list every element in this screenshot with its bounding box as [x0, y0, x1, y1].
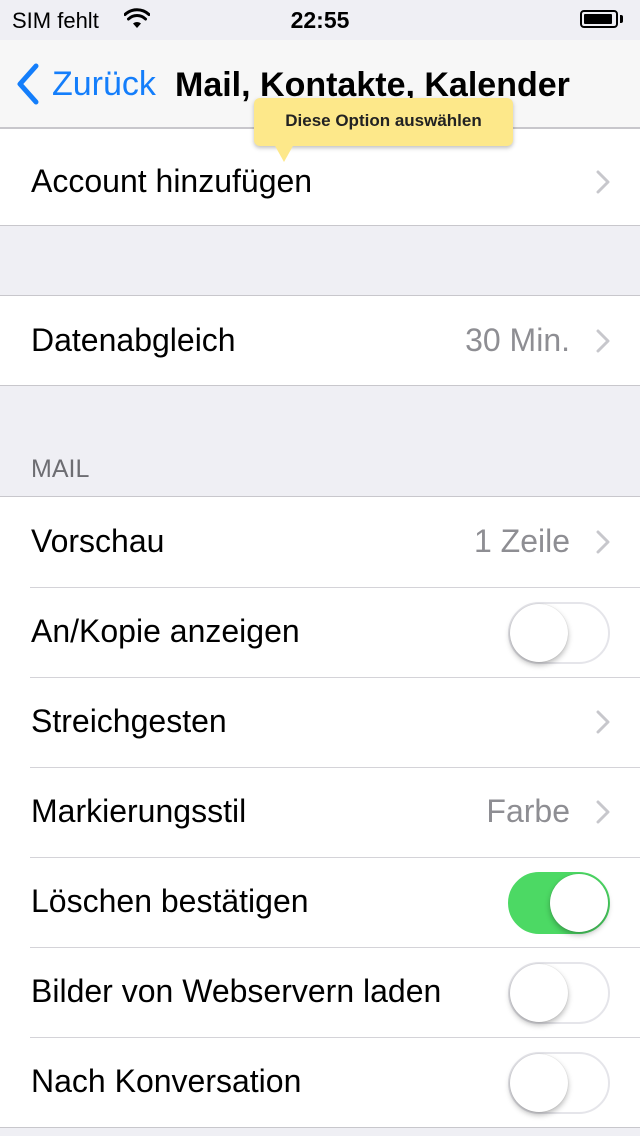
- flag-style-label: Markierungsstil: [31, 793, 247, 829]
- organize-by-thread-label: Nach Konversation: [31, 1063, 302, 1099]
- tooltip-pointer: [274, 144, 294, 162]
- ask-before-deleting-row: Löschen bestätigen: [0, 857, 640, 947]
- show-to-cc-label: An/Kopie anzeigen: [31, 613, 300, 649]
- chevron-right-icon: [596, 170, 610, 194]
- toggle-knob: [510, 964, 568, 1022]
- add-account-label: Account hinzufügen: [31, 163, 313, 199]
- back-button-label: Zurück: [52, 64, 156, 103]
- load-remote-images-label: Bilder von Webservern laden: [31, 973, 442, 1009]
- toggle-knob: [550, 874, 608, 932]
- preview-label: Vorschau: [31, 523, 165, 559]
- chevron-left-icon: [17, 63, 39, 105]
- back-button[interactable]: Zurück: [14, 62, 156, 106]
- load-remote-images-row: Bilder von Webservern laden: [0, 947, 640, 1037]
- section-header-mail: MAIL: [31, 455, 90, 483]
- fetch-new-data-row[interactable]: Datenabgleich 30 Min.: [0, 296, 640, 385]
- ask-before-deleting-toggle[interactable]: [508, 872, 610, 934]
- swipe-options-row[interactable]: Streichgesten: [0, 677, 640, 767]
- chevron-right-icon: [596, 710, 610, 734]
- fetch-new-data-value: 30 Min.: [465, 322, 570, 358]
- chevron-right-icon: [596, 329, 610, 353]
- battery-cap: [620, 15, 623, 23]
- fetch-new-data-label: Datenabgleich: [31, 322, 236, 358]
- battery-icon: [580, 10, 618, 28]
- preview-value: 1 Zeile: [473, 523, 570, 559]
- hint-tooltip: Diese Option auswählen: [254, 98, 513, 162]
- show-to-cc-row: An/Kopie anzeigen: [0, 587, 640, 677]
- show-to-cc-toggle[interactable]: [508, 602, 610, 664]
- mail-settings-group: Vorschau 1 Zeile An/Kopie anzeigen Strei…: [0, 496, 640, 1128]
- flag-style-value: Farbe: [486, 793, 570, 829]
- chevron-right-icon: [596, 530, 610, 554]
- toggle-knob: [510, 604, 568, 662]
- toggle-knob: [510, 1054, 568, 1112]
- ask-before-deleting-label: Löschen bestätigen: [31, 883, 309, 919]
- status-bar: SIM fehlt 22:55: [0, 0, 640, 40]
- flag-style-row[interactable]: Markierungsstil Farbe: [0, 767, 640, 857]
- preview-row[interactable]: Vorschau 1 Zeile: [0, 497, 640, 587]
- fetch-group: Datenabgleich 30 Min.: [0, 295, 640, 386]
- swipe-options-label: Streichgesten: [31, 703, 227, 739]
- load-remote-images-toggle[interactable]: [508, 962, 610, 1024]
- chevron-right-icon: [596, 800, 610, 824]
- organize-by-thread-row: Nach Konversation: [0, 1037, 640, 1127]
- clock: 22:55: [290, 7, 350, 33]
- organize-by-thread-toggle[interactable]: [508, 1052, 610, 1114]
- tooltip-text: Diese Option auswählen: [285, 111, 482, 130]
